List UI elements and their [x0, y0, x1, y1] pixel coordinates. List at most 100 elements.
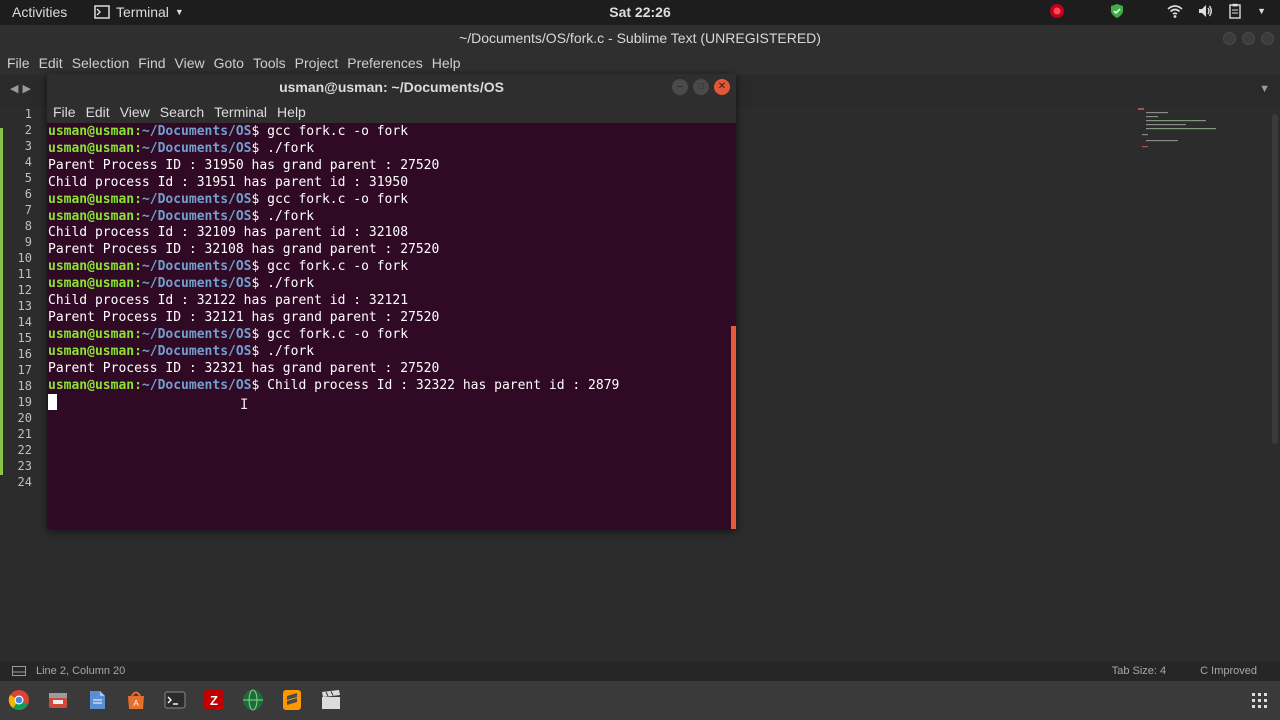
- cursor-position: Line 2, Column 20: [36, 665, 126, 677]
- line-number: 18: [17, 379, 32, 393]
- menu-view[interactable]: View: [175, 52, 214, 75]
- sublime-window-title: ~/Documents/OS/fork.c - Sublime Text (UN…: [0, 25, 1280, 52]
- sublime-menu-bar: File Edit Selection Find View Goto Tools…: [0, 52, 1280, 75]
- menu-view[interactable]: View: [120, 100, 160, 123]
- terminal-output-line: Child process Id : 31951 has parent id :…: [48, 174, 409, 190]
- panel-toggle-icon[interactable]: [12, 666, 26, 676]
- terminal-titlebar[interactable]: usman@usman: ~/Documents/OS – □ ✕: [47, 74, 736, 100]
- line-number: 10: [17, 251, 32, 265]
- prompt-user: usman@usman: [48, 124, 135, 139]
- menu-selection[interactable]: Selection: [72, 52, 139, 75]
- terminal-output-line: Parent Process ID : 32321 has grand pare…: [48, 360, 440, 376]
- volume-icon[interactable]: [1197, 3, 1213, 19]
- menu-help[interactable]: Help: [432, 52, 470, 75]
- vertical-scrollbar[interactable]: [1272, 114, 1278, 444]
- terminal-scrollbar[interactable]: [731, 326, 736, 529]
- prompt-separator: :: [134, 377, 142, 393]
- line-number: 7: [24, 203, 32, 217]
- tab-list-dropdown-icon[interactable]: ▼: [1259, 83, 1270, 95]
- terminal-prompt-line: usman@usman:~/Documents/OS$ Child proces…: [48, 377, 619, 394]
- maximize-button[interactable]: [1242, 32, 1255, 45]
- globe-icon[interactable]: [242, 689, 264, 711]
- prompt-path: ~/Documents/OS: [141, 276, 252, 292]
- menu-tools[interactable]: Tools: [253, 52, 295, 75]
- tab-nav-arrows-icon[interactable]: ◀▶: [10, 82, 35, 95]
- line-number: 9: [24, 235, 32, 249]
- line-number: 3: [24, 139, 32, 153]
- line-number: 1: [24, 107, 32, 121]
- text-editor-icon[interactable]: [86, 689, 108, 711]
- line-number: 21: [17, 427, 32, 441]
- menu-file[interactable]: File: [7, 52, 39, 75]
- menu-file[interactable]: File: [53, 100, 86, 123]
- minimap[interactable]: [1138, 108, 1218, 153]
- terminal-output-line: Parent Process ID : 32121 has grand pare…: [48, 309, 440, 325]
- app-name: Terminal: [116, 4, 169, 20]
- minimize-button[interactable]: –: [672, 79, 688, 95]
- terminal-menu-bar: File Edit View Search Terminal Help: [47, 100, 736, 123]
- terminal-window[interactable]: usman@usman: ~/Documents/OS – □ ✕ File E…: [47, 74, 736, 529]
- prompt-command: ./fork: [259, 208, 315, 224]
- line-number: 12: [17, 283, 32, 297]
- menu-project[interactable]: Project: [295, 52, 348, 75]
- prompt-command: ./fork: [259, 140, 315, 156]
- software-center-icon[interactable]: A: [125, 689, 147, 711]
- wifi-icon[interactable]: [1167, 3, 1183, 19]
- video-editor-icon[interactable]: [320, 689, 342, 711]
- line-number: 14: [17, 315, 32, 329]
- terminal-prompt-line: usman@usman:~/Documents/OS$ ./fork: [48, 275, 314, 292]
- menu-search[interactable]: Search: [160, 100, 214, 123]
- line-number: 16: [17, 347, 32, 361]
- line-number: 13: [17, 299, 32, 313]
- chevron-down-icon: ▼: [174, 7, 184, 17]
- terminal-prompt-line: usman@usman:~/Documents/OS$ ./fork: [48, 140, 314, 157]
- app-grid-icon[interactable]: [1252, 693, 1268, 709]
- prompt-path: ~/Documents/OS: [141, 343, 252, 359]
- window-title: ~/Documents/OS/fork.c - Sublime Text (UN…: [459, 30, 821, 46]
- app-menu[interactable]: Terminal ▼: [94, 4, 184, 20]
- filezilla-icon[interactable]: Z: [203, 689, 225, 711]
- clock[interactable]: Sat 22:26: [609, 4, 670, 20]
- system-tray: ▼: [1049, 3, 1266, 19]
- chrome-icon[interactable]: [8, 689, 30, 711]
- prompt-command: gcc fork.c -o fork: [259, 259, 409, 275]
- prompt-user: usman@usman: [48, 191, 135, 207]
- prompt-separator: :: [134, 140, 142, 156]
- menu-help[interactable]: Help: [277, 100, 316, 123]
- menu-find[interactable]: Find: [138, 52, 174, 75]
- line-number: 24: [17, 475, 32, 489]
- terminal-app-icon: [94, 5, 110, 19]
- line-number: 6: [24, 187, 32, 201]
- line-number: 8: [24, 219, 32, 233]
- menu-goto[interactable]: Goto: [214, 52, 253, 75]
- ibeam-cursor-icon: I: [240, 397, 249, 413]
- activities-button[interactable]: Activities: [12, 4, 67, 20]
- menu-edit[interactable]: Edit: [39, 52, 72, 75]
- shield-icon[interactable]: [1109, 3, 1125, 19]
- gnome-top-bar: Activities Terminal ▼ Sat 22:26 ▼: [0, 0, 1280, 25]
- line-number: 15: [17, 331, 32, 345]
- tab-size-selector[interactable]: Tab Size: 4: [1112, 665, 1166, 677]
- menu-edit[interactable]: Edit: [86, 100, 120, 123]
- close-button[interactable]: [1261, 32, 1274, 45]
- chevron-down-icon[interactable]: ▼: [1257, 6, 1266, 16]
- clipboard-icon[interactable]: [1227, 3, 1243, 19]
- line-number: 22: [17, 443, 32, 457]
- prompt-separator: :: [134, 326, 142, 342]
- prompt-user: usman@usman: [48, 208, 135, 224]
- files-icon[interactable]: [47, 689, 69, 711]
- svg-text:Z: Z: [210, 693, 218, 708]
- syntax-selector[interactable]: C Improved: [1200, 665, 1257, 677]
- terminal-output[interactable]: usman@usman:~/Documents/OS$ gcc fork.c -…: [47, 123, 736, 529]
- record-icon[interactable]: [1049, 3, 1065, 19]
- close-button[interactable]: ✕: [714, 79, 730, 95]
- prompt-user: usman@usman: [48, 377, 135, 393]
- sublime-icon[interactable]: [281, 689, 303, 711]
- prompt-command: Child process Id : 32322 has parent id :…: [259, 377, 620, 393]
- maximize-button[interactable]: □: [693, 79, 709, 95]
- menu-preferences[interactable]: Preferences: [347, 52, 431, 75]
- terminal-icon[interactable]: [164, 689, 186, 711]
- line-gutter: 1 2 3 4 5 6 7 8 9 10 11 12 13 14 15 16 17 18 19 20 21 22 23 24: [0, 106, 44, 661]
- minimize-button[interactable]: [1223, 32, 1236, 45]
- menu-terminal[interactable]: Terminal: [214, 100, 277, 123]
